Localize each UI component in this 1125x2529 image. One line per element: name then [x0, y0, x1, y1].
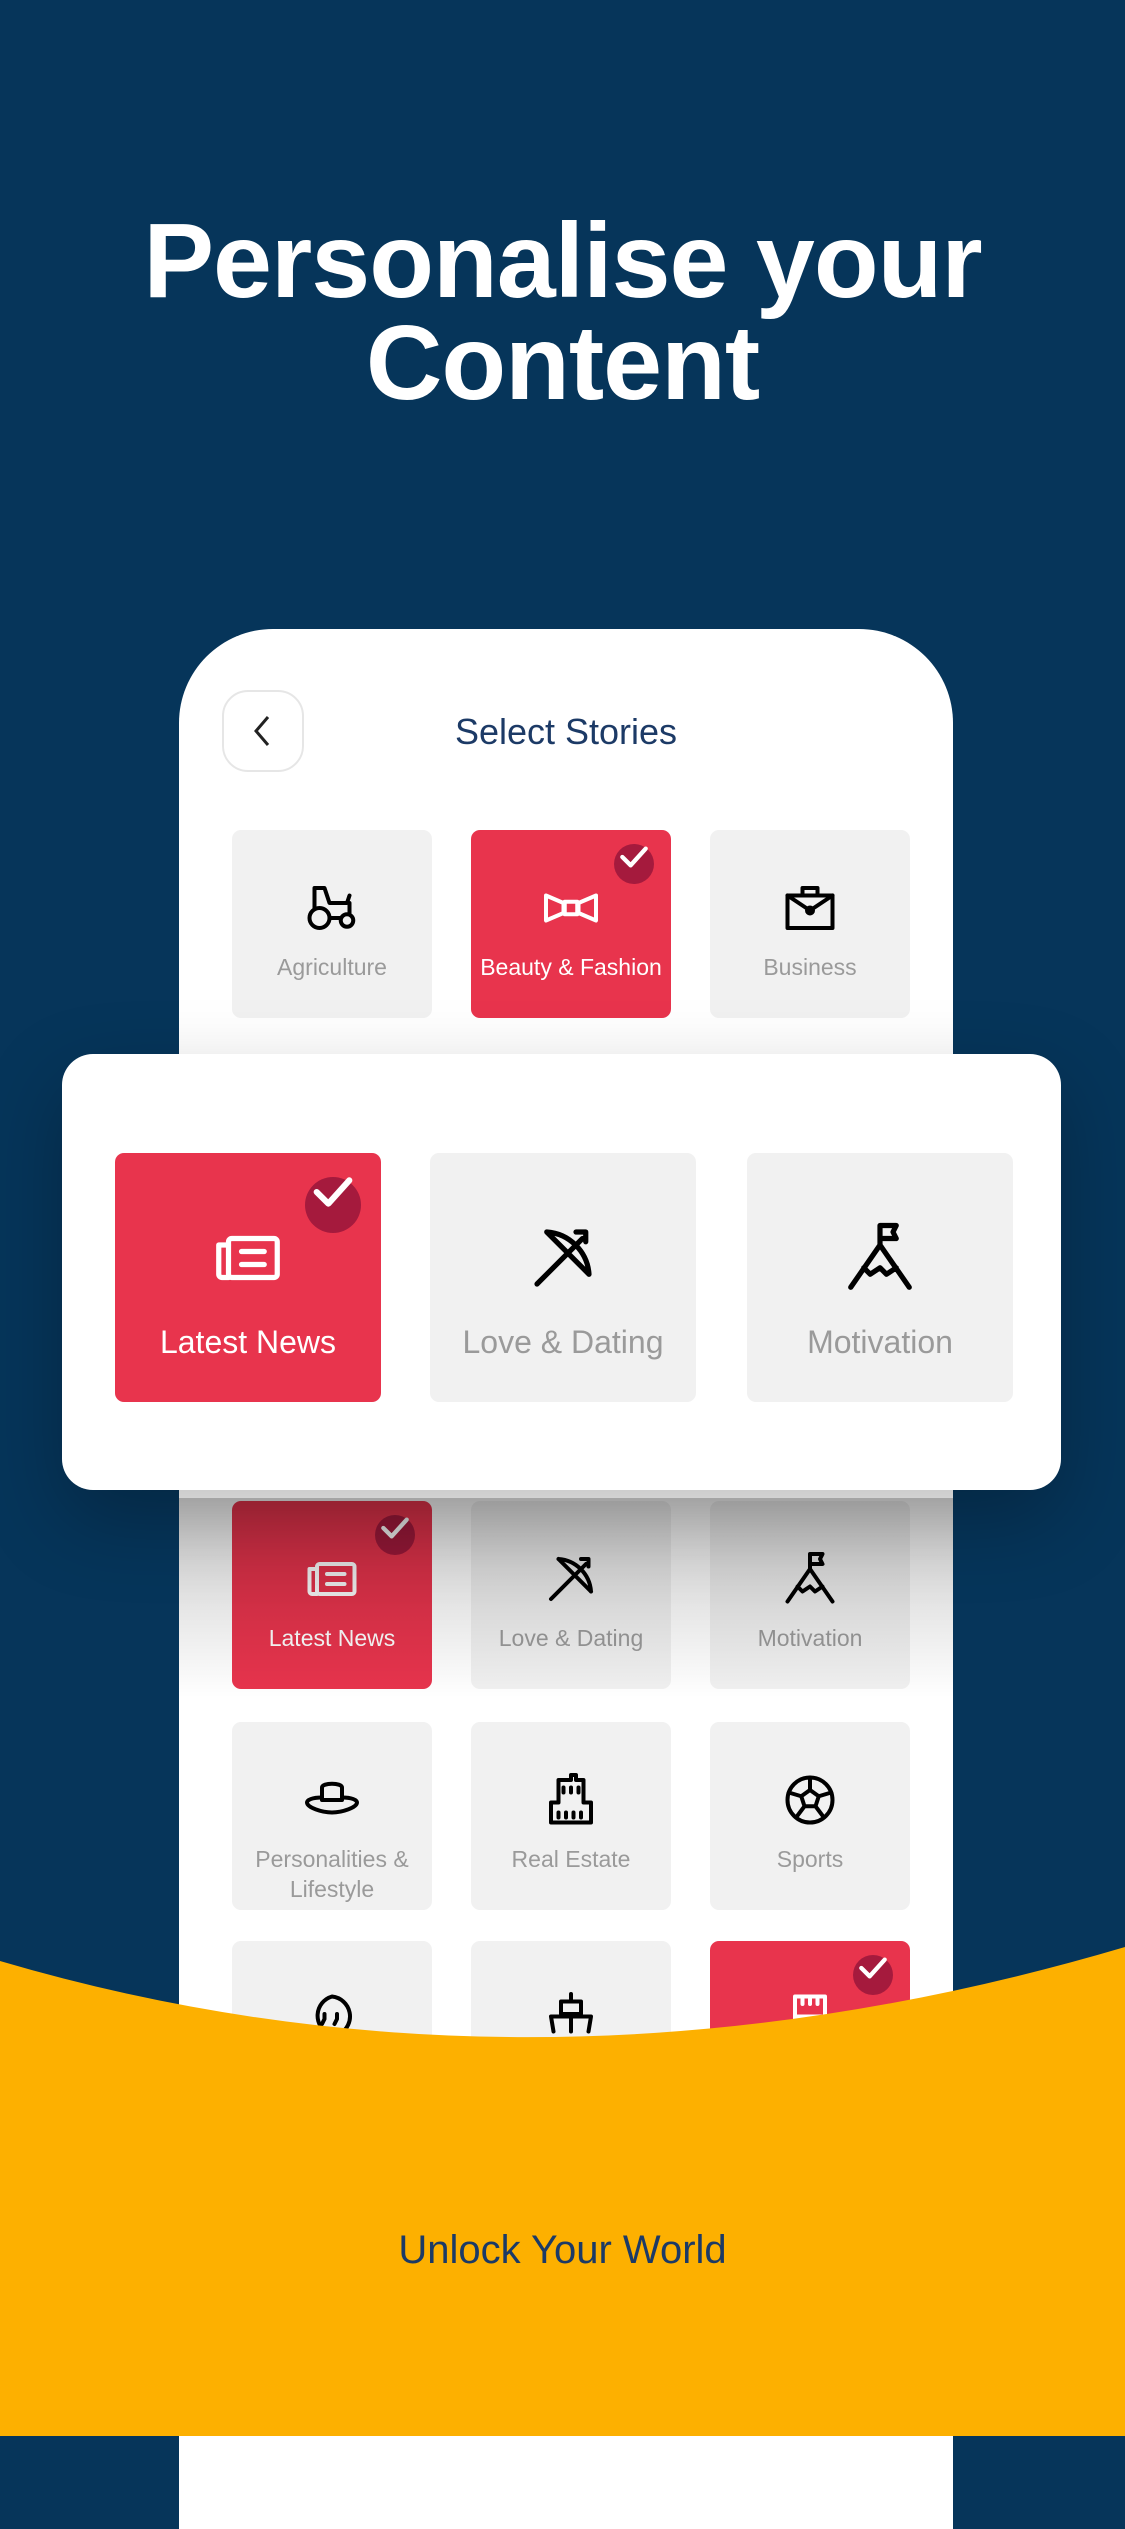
newspaper-icon — [307, 1562, 357, 1596]
bow-tie-icon — [544, 893, 598, 923]
category-tile-beauty-fashion[interactable]: Beauty & Fashion — [471, 830, 671, 1018]
category-label: Beauty & Fashion — [480, 954, 662, 980]
category-tile-agriculture[interactable]: Agriculture — [232, 830, 432, 1018]
tractor-icon — [307, 886, 356, 930]
category-tile-real-estate[interactable]: Real Estate — [471, 1722, 671, 1910]
bow-arrow-icon — [549, 1557, 593, 1601]
check-icon — [381, 1517, 409, 1539]
category-tile-personalities-lifestyle[interactable]: Personalities & Lifestyle — [232, 1722, 432, 1910]
category-label: Latest News — [159, 1324, 337, 1360]
check-icon — [313, 1177, 353, 1207]
page-headline: Personalise your Content — [0, 202, 1125, 422]
screen-title: Select Stories — [454, 711, 678, 752]
category-label: Motivation — [757, 1625, 863, 1651]
category-label: Motivation — [807, 1324, 953, 1360]
category-label: Business — [763, 954, 857, 980]
category-tile-love-dating[interactable]: Love & Dating — [430, 1153, 696, 1402]
soccer-ball-icon — [785, 1775, 835, 1825]
category-label: Love & Dating — [498, 1625, 644, 1651]
category-tile-latest-news[interactable]: Latest News — [115, 1153, 381, 1402]
headline-line-2: Content — [365, 304, 760, 422]
category-label: Agriculture — [277, 954, 387, 980]
hat-icon — [305, 1781, 359, 1815]
check-icon — [620, 846, 648, 868]
building-icon — [549, 1773, 593, 1825]
newspaper-icon — [216, 1235, 280, 1281]
category-tile-business[interactable]: Business — [710, 830, 910, 1018]
category-label: Latest News — [268, 1625, 396, 1651]
selected-check-badge — [614, 844, 654, 884]
category-tile-love-dating[interactable]: Love & Dating — [471, 1501, 671, 1689]
briefcase-icon — [785, 886, 835, 930]
selected-check-badge — [305, 1177, 361, 1233]
selected-check-badge — [375, 1515, 415, 1555]
category-tile-motivation[interactable]: Motivation — [747, 1153, 1013, 1402]
headline-line-1: Personalise your — [143, 202, 982, 320]
highlight-popup: Latest News Love & Dating Motivation — [62, 1054, 1061, 1490]
bow-arrow-icon — [534, 1229, 592, 1287]
mountain-flag-icon — [785, 1552, 835, 1604]
category-tile-latest-news[interactable]: Latest News — [232, 1501, 432, 1689]
tagline: Unlock Your World — [398, 2228, 727, 2272]
category-label: Personalities & Lifestyle — [255, 1846, 409, 1902]
mountain-flag-icon — [848, 1222, 912, 1290]
category-label: Sports — [776, 1846, 844, 1872]
category-label: Love & Dating — [462, 1324, 664, 1360]
category-label: Real Estate — [511, 1846, 631, 1872]
category-tile-sports[interactable]: Sports — [710, 1722, 910, 1910]
category-tile-motivation[interactable]: Motivation — [710, 1501, 910, 1689]
yellow-wave-footer — [0, 1947, 1125, 2436]
